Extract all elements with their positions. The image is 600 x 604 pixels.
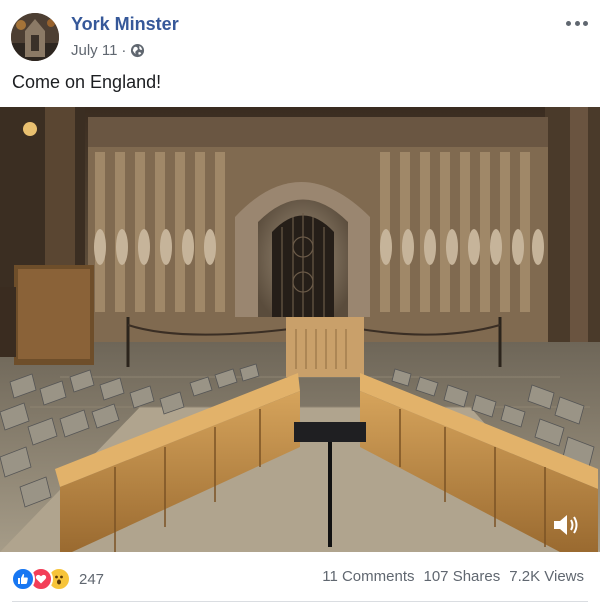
post-meta: July 11 ·: [71, 40, 145, 60]
views-count: 7.2K Views: [509, 568, 584, 585]
like-reaction-icon: [11, 567, 35, 591]
post-header: York Minster July 11 ·: [0, 0, 600, 70]
post-date-link[interactable]: July 11: [71, 42, 117, 59]
footer-divider: [12, 601, 588, 602]
video-frame: [0, 107, 600, 552]
comments-count-link[interactable]: 11 Comments: [322, 568, 414, 585]
more-options-icon[interactable]: [566, 14, 588, 32]
shares-count-link[interactable]: 107 Shares: [424, 568, 501, 585]
meta-separator: ·: [121, 41, 127, 59]
page-name-link[interactable]: York Minster: [71, 14, 179, 35]
post-footer: 247 11 Comments 107 Shares 7.2K Views: [0, 560, 600, 596]
avatar[interactable]: [11, 13, 59, 61]
post-stats: 11 Comments 107 Shares 7.2K Views: [322, 568, 584, 585]
post-text: Come on England!: [12, 72, 162, 92]
video-player[interactable]: [0, 107, 600, 552]
globe-icon[interactable]: [130, 43, 145, 58]
volume-icon[interactable]: [552, 512, 582, 538]
reactions-summary[interactable]: 247: [11, 567, 104, 591]
reaction-count[interactable]: 247: [79, 571, 104, 588]
